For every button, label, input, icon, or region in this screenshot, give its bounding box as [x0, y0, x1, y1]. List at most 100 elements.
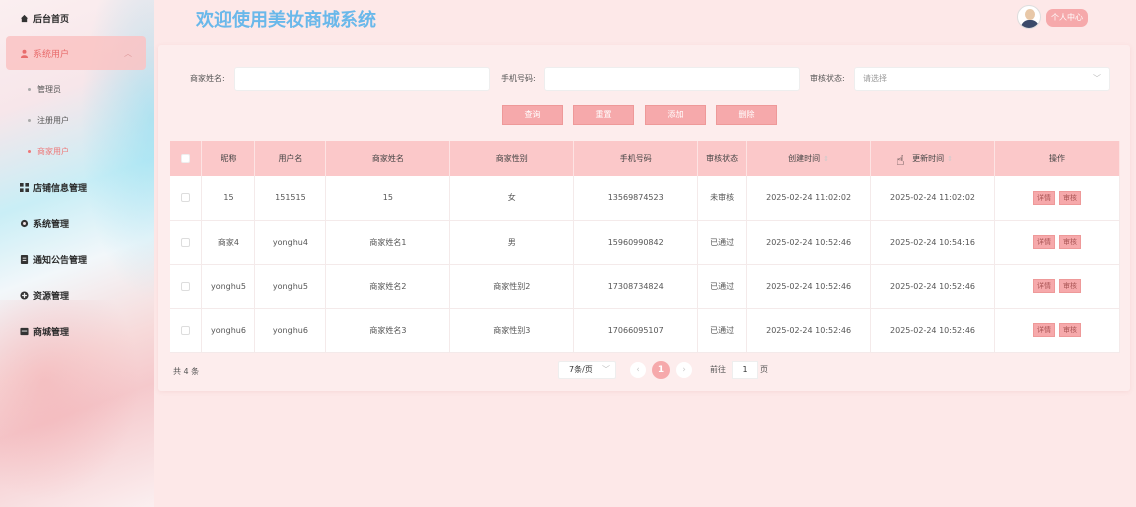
avatar[interactable] [1017, 5, 1041, 29]
query-button[interactable]: 查询 [502, 105, 563, 125]
sidebar-item-mall-management[interactable]: 商城管理 [0, 313, 154, 349]
avatar-body [1021, 20, 1039, 28]
page-number-current[interactable]: 1 [652, 361, 670, 379]
phone-input[interactable] [544, 67, 800, 91]
table-cell: 151515 [254, 176, 327, 221]
table-cell: 2025-02-24 10:52:46 [870, 264, 995, 309]
home-icon [19, 13, 29, 23]
actions-cell: 详情 审核 [994, 308, 1121, 353]
sidebar-item-label: 通知公告管理 [33, 255, 88, 266]
table-cell: 15960990842 [573, 220, 699, 265]
sort-icon[interactable]: ⇕ [947, 155, 953, 163]
table-header-row: 昵称 用户名 商家姓名 商家性别 手机号码 审核状态 创建时间 ⇕ 更新时间 ⇕ 操… [170, 141, 1121, 176]
sidebar-subitem-label: 注册用户 [37, 116, 69, 125]
sidebar-subitem-merchant-users[interactable]: 商家用户 [0, 136, 154, 167]
review-button[interactable]: 审核 [1058, 190, 1081, 205]
merchant-table: 昵称 用户名 商家姓名 商家性别 手机号码 审核状态 创建时间 ⇕ 更新时间 ⇕ 操… [170, 141, 1121, 353]
table-cell: 13569874523 [573, 176, 699, 221]
table-cell: 15 [201, 176, 256, 221]
table-cell: 17066095107 [573, 308, 699, 353]
row-checkbox[interactable] [181, 237, 191, 247]
select-all-checkbox[interactable] [181, 154, 191, 163]
sidebar-item-notice-management[interactable]: 通知公告管理 [0, 241, 154, 277]
main-panel: 商家姓名: 手机号码: 审核状态: 请选择 ﹀ 查询 重置 添加 删除 昵称 用… [158, 45, 1130, 391]
column-header-updated[interactable]: 更新时间 ⇕ [870, 141, 995, 176]
review-status-select[interactable]: 请选择 ﹀ [854, 67, 1110, 91]
table-cell: 2025-02-24 11:02:02 [746, 176, 872, 221]
chevron-up-icon: ︿ [124, 48, 132, 58]
table-cell: 已通过 [697, 220, 748, 265]
column-header: 商家姓名 [325, 141, 451, 176]
table-cell: 已通过 [697, 308, 748, 353]
sidebar-subitem-admin[interactable]: 管理员 [0, 74, 154, 105]
row-checkbox[interactable] [181, 281, 191, 291]
detail-button[interactable]: 详情 [1032, 323, 1055, 337]
table-cell: 女 [449, 176, 575, 221]
review-button[interactable]: 审核 [1058, 235, 1081, 249]
sidebar-subitem-registered-users[interactable]: 注册用户 [0, 105, 154, 136]
merchant-name-input[interactable] [234, 67, 490, 91]
add-button[interactable]: 添加 [645, 105, 706, 125]
review-button[interactable]: 审核 [1058, 323, 1081, 337]
next-page-button[interactable]: › [676, 362, 692, 378]
column-header: 商家性别 [449, 141, 575, 176]
row-select-cell [170, 176, 203, 221]
row-checkbox[interactable] [181, 325, 191, 335]
table-cell: yonghu5 [201, 264, 256, 309]
bullet-icon [28, 150, 31, 153]
prev-page-button[interactable]: ‹ [630, 362, 646, 378]
table-cell: 男 [449, 220, 575, 265]
sidebar-item-shop-info[interactable]: 店铺信息管理 [0, 169, 154, 205]
table-cell: 已通过 [697, 264, 748, 309]
mouse-cursor-icon: ☝ [896, 153, 905, 169]
column-header-label: 更新时间 [912, 154, 945, 163]
detail-button[interactable]: 详情 [1032, 235, 1055, 249]
table-row: yonghu5 yonghu5 商家姓名2 商家性别2 17308734824 … [170, 264, 1121, 309]
actions-cell: 详情 审核 [994, 176, 1121, 221]
goto-prefix: 前往 [710, 365, 726, 374]
bullet-icon [28, 119, 31, 122]
table-row: 15 151515 15 女 13569874523 未审核 2025-02-2… [170, 176, 1121, 221]
profile-center-button[interactable]: 个人中心 [1046, 9, 1088, 27]
column-header: 昵称 [201, 141, 256, 176]
table-cell: 2025-02-24 10:52:46 [870, 308, 995, 353]
table-cell: 商家姓名3 [325, 308, 451, 353]
plus-circle-icon [19, 290, 29, 300]
table-cell: yonghu5 [254, 264, 327, 309]
bullet-icon [28, 88, 31, 91]
column-header-created[interactable]: 创建时间 ⇕ [746, 141, 872, 176]
review-status-label: 审核状态: [810, 74, 845, 83]
detail-button[interactable]: 详情 [1032, 279, 1055, 293]
table-row: 商家4 yonghu4 商家姓名1 男 15960990842 已通过 2025… [170, 220, 1121, 265]
row-select-cell [170, 220, 203, 265]
reset-button[interactable]: 重置 [573, 105, 634, 125]
column-header: 操作 [994, 141, 1121, 176]
review-status-placeholder: 请选择 [863, 74, 887, 83]
review-button[interactable]: 审核 [1058, 279, 1081, 293]
goto-page-input[interactable]: 1 [732, 361, 758, 379]
sidebar-subitem-label: 管理员 [37, 85, 61, 94]
detail-button[interactable]: 详情 [1032, 190, 1055, 205]
merchant-name-label: 商家姓名: [190, 74, 225, 83]
sidebar-item-system-management[interactable]: 系统管理 [0, 205, 154, 241]
page-size-select[interactable]: 7条/页 ﹀ [558, 361, 616, 379]
table-cell: 商家姓名1 [325, 220, 451, 265]
sidebar-item-label: 系统管理 [33, 219, 70, 230]
table-cell: 商家姓名2 [325, 264, 451, 309]
sort-icon[interactable]: ⇕ [823, 155, 829, 163]
table-cell: yonghu4 [254, 220, 327, 265]
row-checkbox[interactable] [181, 193, 191, 203]
sidebar-item-home[interactable]: 后台首页 [0, 0, 154, 36]
table-cell: yonghu6 [201, 308, 256, 353]
sidebar-item-system-users[interactable]: 系统用户 ︿ [6, 36, 146, 70]
user-icon [19, 48, 29, 58]
table-cell: yonghu6 [254, 308, 327, 353]
sidebar-item-resource-management[interactable]: 资源管理 [0, 277, 154, 313]
column-header: 手机号码 [573, 141, 699, 176]
sidebar-subitem-label: 商家用户 [37, 147, 69, 156]
table-cell: 未审核 [697, 176, 748, 221]
table-cell: 2025-02-24 10:52:46 [746, 220, 872, 265]
column-header-label: 创建时间 [788, 154, 821, 163]
row-select-cell [170, 264, 203, 309]
delete-button[interactable]: 删除 [716, 105, 777, 125]
